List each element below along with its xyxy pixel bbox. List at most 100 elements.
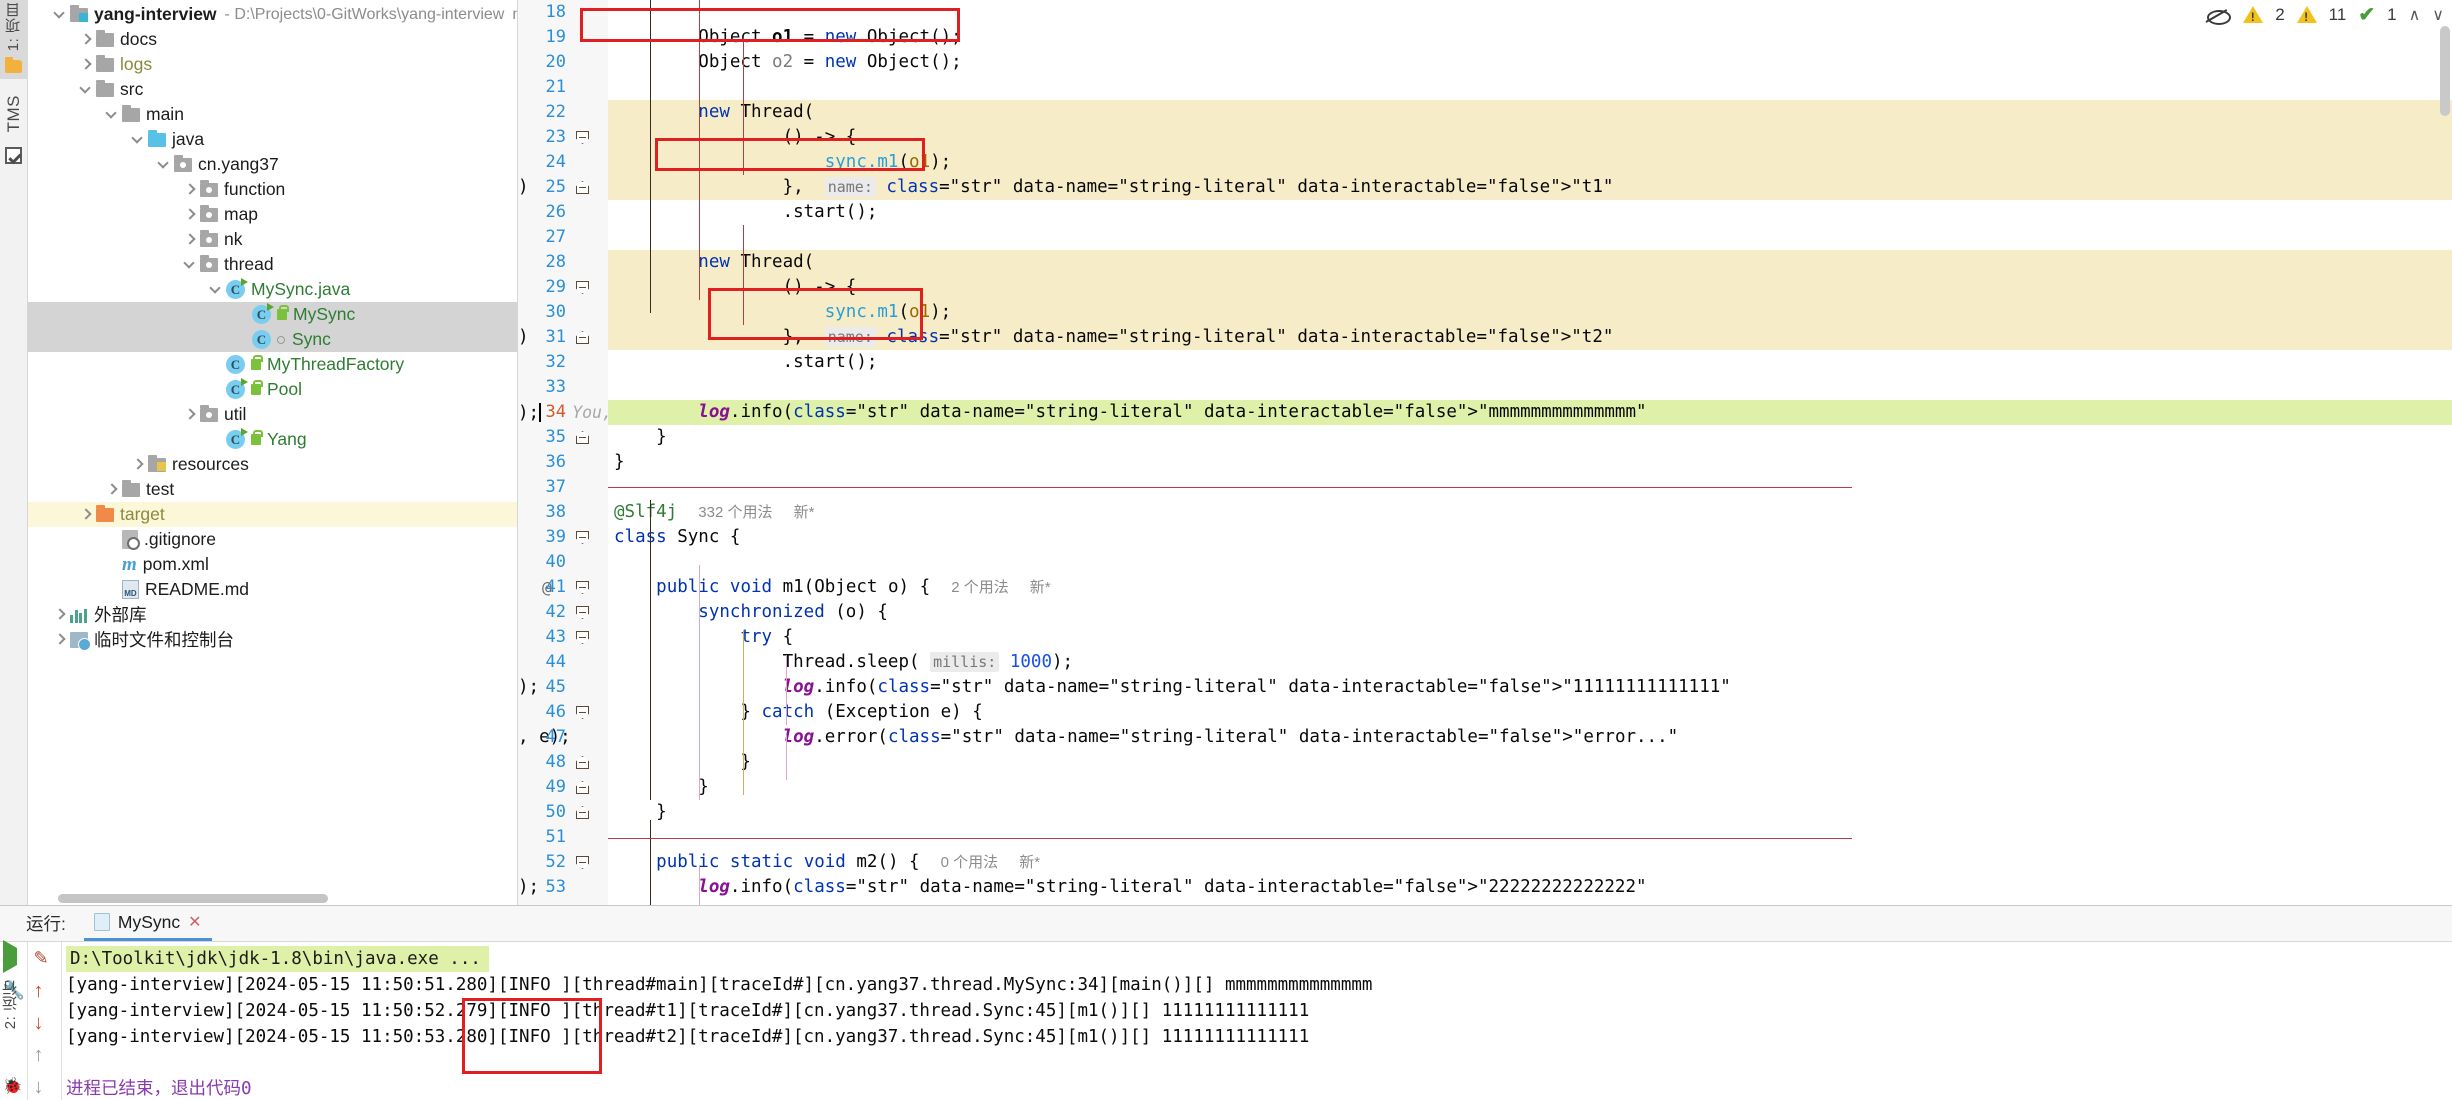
fold-toggle-icon[interactable] — [576, 606, 589, 619]
fold-toggle-icon[interactable] — [576, 806, 589, 819]
code-line[interactable]: 23 () -> { — [518, 125, 2452, 150]
code-line[interactable]: 21 — [518, 75, 2452, 100]
editor-vertical-scrollbar[interactable] — [2440, 26, 2450, 116]
arrow-up-icon[interactable]: ↑ — [34, 980, 56, 1006]
chevron-right-icon[interactable] — [104, 482, 120, 498]
code-line[interactable]: 47 log.error(class="str" data-name="stri… — [518, 725, 2452, 750]
warning-triangle-icon[interactable] — [2243, 6, 2264, 24]
project-tree-panel[interactable]: yang-interview - D:\Projects\0-GitWorks\… — [28, 0, 518, 905]
code-line[interactable]: 33 — [518, 375, 2452, 400]
chevron-right-icon[interactable] — [52, 607, 68, 623]
usage-hint[interactable]: 332 个用法 — [698, 504, 772, 521]
tree-row-src[interactable]: src — [28, 77, 517, 102]
chevron-down-icon[interactable] — [78, 82, 94, 98]
tree-row-thread[interactable]: thread — [28, 252, 517, 277]
code-line[interactable]: 38 @Slf4j 332 个用法 新* — [518, 500, 2452, 525]
tree-row-main[interactable]: main — [28, 102, 517, 127]
chevron-up-icon[interactable]: ∧ — [2409, 5, 2421, 25]
code-line[interactable]: 40 — [518, 550, 2452, 575]
code-line[interactable]: 26 .start(); — [518, 200, 2452, 225]
console-output[interactable]: D:\Toolkit\jdk\jdk-1.8\bin\java.exe ... [… — [62, 942, 2452, 1100]
fold-toggle-icon[interactable] — [576, 756, 589, 769]
tree-row-util[interactable]: util — [28, 402, 517, 427]
fold-toggle-icon[interactable] — [576, 331, 589, 344]
pencil-icon[interactable]: ✎ — [34, 948, 56, 974]
code-line[interactable]: 30 sync.m1(o1); — [518, 300, 2452, 325]
tree-row-resources[interactable]: resources — [28, 452, 517, 477]
tree-row-mysync-java[interactable]: C MySync.java — [28, 277, 517, 302]
code-line[interactable]: 45 log.info(class="str" data-name="strin… — [518, 675, 2452, 700]
tree-row-sync[interactable]: C Sync — [28, 327, 517, 352]
usage-hint[interactable]: 2 个用法 — [951, 579, 1009, 596]
tree-row-docs[interactable]: docs — [28, 27, 517, 52]
project-horizontal-scrollbar[interactable] — [58, 894, 328, 903]
tms-tool-label[interactable]: TMS — [4, 95, 24, 132]
editor-code-area[interactable]: 18 19 Object o1 = new Object(); 20 Object … — [518, 0, 2452, 905]
chevron-down-icon[interactable] — [182, 257, 198, 273]
tree-row-pom-xml[interactable]: m pom.xml — [28, 552, 517, 577]
fold-toggle-icon[interactable] — [576, 631, 589, 644]
fold-toggle-icon[interactable] — [576, 581, 589, 594]
tree-row-test[interactable]: test — [28, 477, 517, 502]
tree-row--gitignore[interactable]: .gitignore — [28, 527, 517, 552]
code-line[interactable]: 27 — [518, 225, 2452, 250]
chevron-right-icon[interactable] — [78, 32, 94, 48]
play-icon[interactable] — [2, 940, 25, 974]
checkbox-icon[interactable] — [5, 146, 22, 164]
project-tool-button[interactable]: 1: 项目 — [0, 0, 28, 80]
run-vertical-tab[interactable]: 2: 运行 — [0, 980, 26, 1100]
chevron-down-icon[interactable]: ∨ — [2432, 5, 2444, 25]
fold-toggle-icon[interactable] — [576, 281, 589, 294]
close-icon[interactable]: ✕ — [188, 912, 201, 932]
tree-row-java[interactable]: java — [28, 127, 517, 152]
chevron-right-icon[interactable] — [78, 57, 94, 73]
chevron-down-icon[interactable] — [130, 132, 146, 148]
chevron-down-icon[interactable] — [52, 7, 68, 23]
check-green-icon[interactable]: ✔ — [2358, 2, 2375, 27]
tree-row-mythreadfactory[interactable]: C MyThreadFactory — [28, 352, 517, 377]
chevron-right-icon[interactable] — [182, 407, 198, 423]
eye-off-icon[interactable] — [2205, 6, 2232, 25]
code-line[interactable]: 28 new Thread( — [518, 250, 2452, 275]
chevron-right-icon[interactable] — [130, 457, 146, 473]
tree-row-cn-yang37[interactable]: cn.yang37 — [28, 152, 517, 177]
arrow-down-icon[interactable]: ↓ — [34, 1012, 56, 1038]
usage-hint[interactable]: 0 个用法 — [941, 854, 999, 871]
chevron-right-icon[interactable] — [182, 207, 198, 223]
tree-row-yang[interactable]: C Yang — [28, 427, 517, 452]
tree-row--[interactable]: 外部库 — [28, 602, 517, 627]
chevron-down-icon[interactable] — [156, 157, 172, 173]
arrow-up-grey-icon[interactable]: ↑ — [34, 1044, 56, 1070]
fold-toggle-icon[interactable] — [576, 531, 589, 544]
code-line[interactable]: 29 () -> { — [518, 275, 2452, 300]
code-line[interactable]: 34 log.info(class="str" data-name="strin… — [518, 400, 2452, 425]
code-line[interactable]: 52 public static void m2() { 0 个用法 新* — [518, 850, 2452, 875]
code-line[interactable]: 42 synchronized (o) { — [518, 600, 2452, 625]
tree-row--[interactable]: 临时文件和控制台 — [28, 627, 517, 652]
code-line[interactable]: 19 Object o1 = new Object(); — [518, 25, 2452, 50]
fold-toggle-icon[interactable] — [576, 856, 589, 869]
tree-row-function[interactable]: function — [28, 177, 517, 202]
fold-toggle-icon[interactable] — [576, 131, 589, 144]
code-line[interactable]: 46 } catch (Exception e) { — [518, 700, 2452, 725]
code-line[interactable]: 18 — [518, 0, 2452, 25]
tree-row-root[interactable]: yang-interview - D:\Projects\0-GitWorks\… — [28, 2, 517, 27]
code-line[interactable]: 24 sync.m1(o1); — [518, 150, 2452, 175]
code-line[interactable]: 44 Thread.sleep( millis: 1000); — [518, 650, 2452, 675]
fold-toggle-icon[interactable] — [576, 181, 589, 194]
chevron-right-icon[interactable] — [182, 182, 198, 198]
code-line[interactable]: 25 }, name: class="str" data-name="strin… — [518, 175, 2452, 200]
code-line[interactable]: 48 } — [518, 750, 2452, 775]
code-line[interactable]: 22 new Thread( — [518, 100, 2452, 125]
code-line[interactable]: 36} — [518, 450, 2452, 475]
fold-toggle-icon[interactable] — [576, 781, 589, 794]
code-line[interactable]: 50 } — [518, 800, 2452, 825]
run-tab-mysync[interactable]: MySync ✕ — [83, 906, 212, 941]
tree-row-pool[interactable]: C Pool — [28, 377, 517, 402]
tree-row-nk[interactable]: nk — [28, 227, 517, 252]
code-line[interactable]: 35 } — [518, 425, 2452, 450]
code-line[interactable]: 32 .start(); — [518, 350, 2452, 375]
chevron-right-icon[interactable] — [78, 507, 94, 523]
chevron-right-icon[interactable] — [52, 632, 68, 648]
tree-row-readme-md[interactable]: MD README.md — [28, 577, 517, 602]
